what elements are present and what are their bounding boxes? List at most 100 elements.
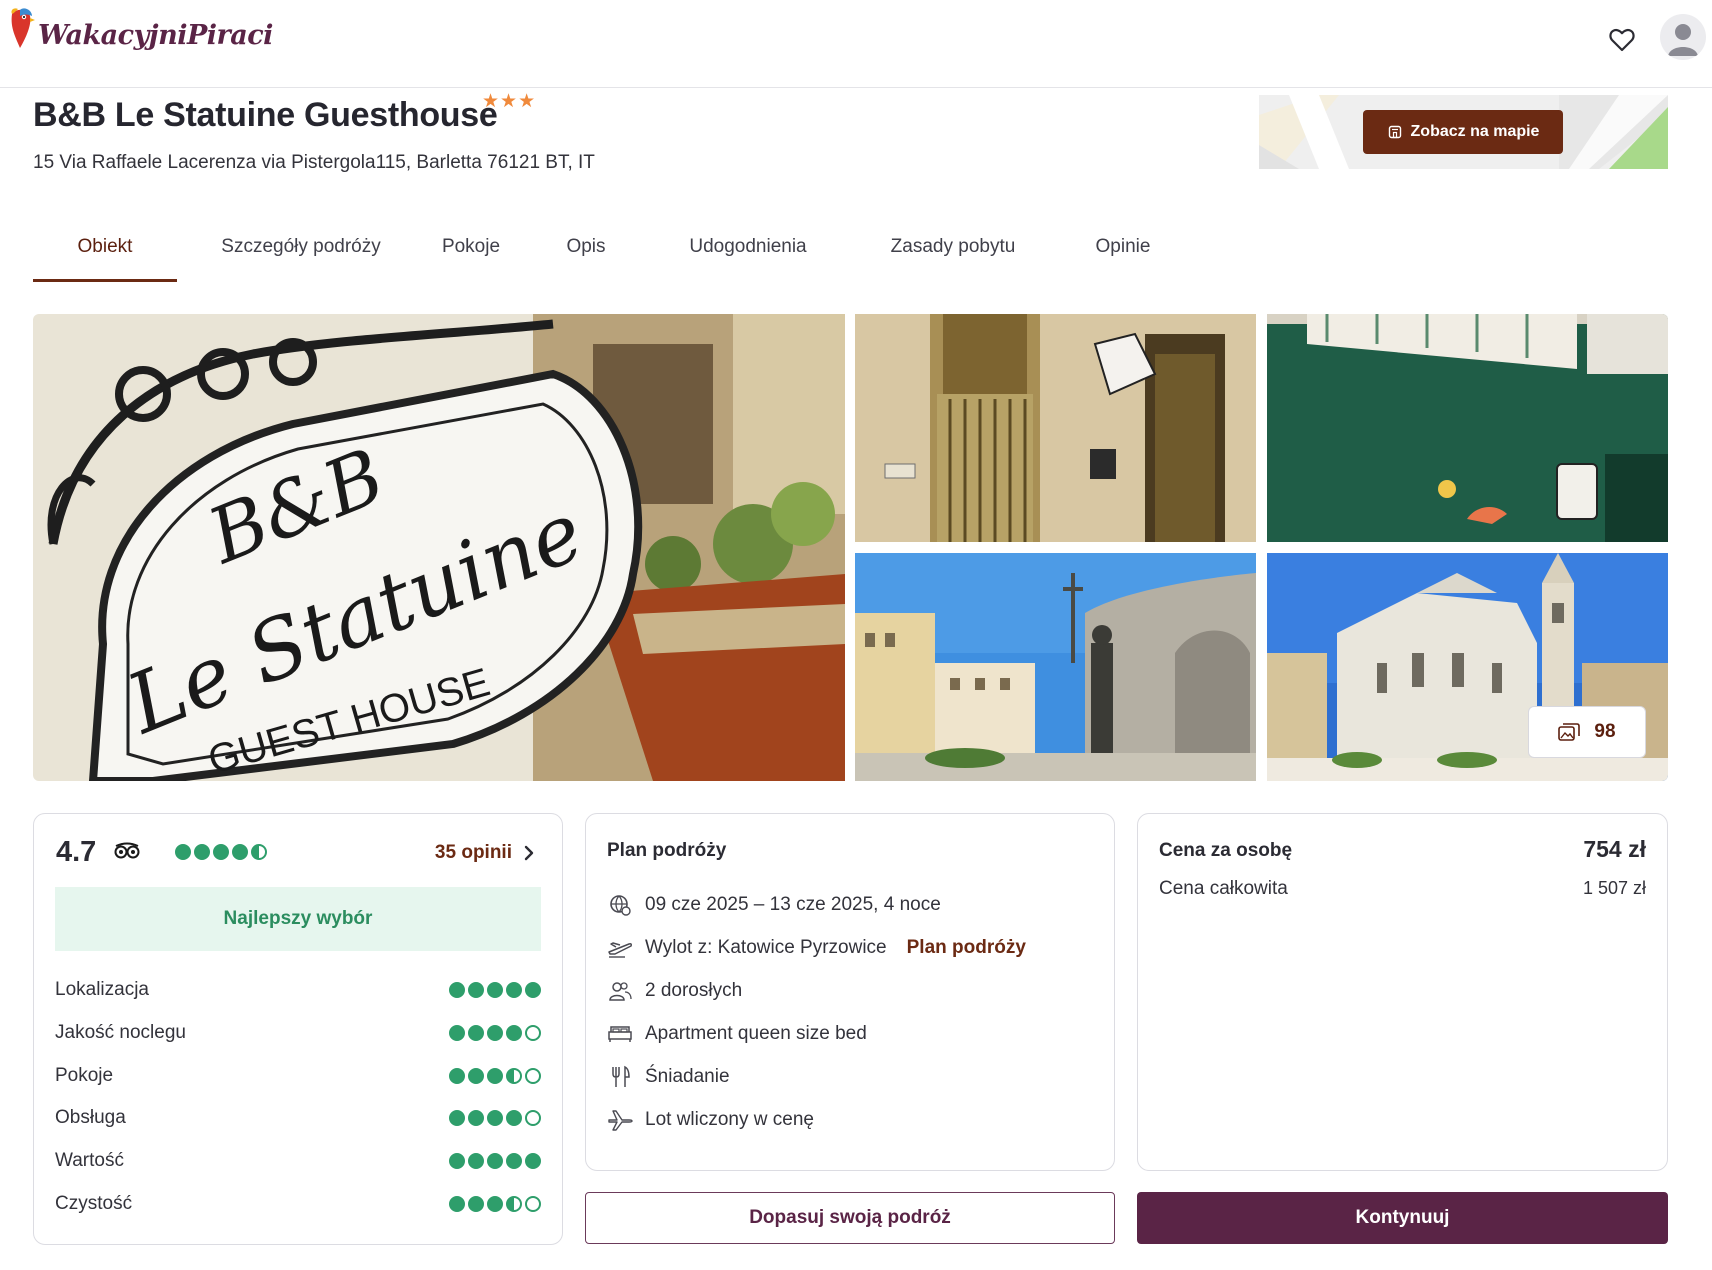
tab-szczegoly-podrozy[interactable]: Szczegóły podróży — [211, 226, 391, 282]
rating-dot — [487, 1025, 503, 1041]
criterion-label: Czystość — [55, 1193, 133, 1214]
criterion-row: Jakość noclegu — [55, 1018, 541, 1048]
guests-count: 2 dorosłych — [645, 980, 743, 1001]
rating-dot — [468, 1153, 484, 1169]
photo-count-value: 98 — [1594, 721, 1616, 742]
rating-dot — [449, 1196, 465, 1212]
price-per-person-value: 754 zł — [1583, 836, 1646, 862]
calendar-globe-icon — [607, 892, 633, 918]
rating-dot — [487, 1196, 503, 1212]
account-avatar-button[interactable] — [1660, 14, 1706, 60]
rating-card: 4.7 35 opinii Najlepszy wybór Lokalizacj… — [33, 813, 563, 1245]
rating-dot — [251, 844, 267, 860]
building-icon — [1388, 125, 1401, 139]
rating-dot — [468, 1068, 484, 1084]
board-row: Śniadanie — [607, 1062, 730, 1092]
rating-dot — [506, 1068, 522, 1084]
rating-dot — [449, 1068, 465, 1084]
best-choice-badge: Najlepszy wybór — [55, 887, 541, 951]
rating-dot — [468, 982, 484, 998]
rating-dot — [232, 844, 248, 860]
rating-dot — [175, 844, 191, 860]
parrot-logo-icon — [6, 8, 36, 52]
chevron-right-icon — [524, 845, 534, 861]
total-price-label: Cena całkowita — [1159, 878, 1288, 899]
criterion-label: Lokalizacja — [55, 979, 149, 1000]
departure-row: Wylot z: Katowice Pyrzowice Plan podróży — [607, 933, 1026, 963]
criterion-label: Pokoje — [55, 1065, 114, 1086]
opinions-link[interactable]: 35 opinii — [435, 842, 534, 864]
rating-dot — [449, 1153, 465, 1169]
departure-airport: Wylot z: Katowice Pyrzowice — [645, 937, 887, 958]
flight-included-row: Lot wliczony w cenę — [607, 1105, 814, 1135]
top-navigation-bar: WakacyjniPiraci — [0, 0, 1712, 88]
trip-plan-link[interactable]: Plan podróży — [907, 937, 1026, 959]
criterion-label: Wartość — [55, 1150, 124, 1171]
trip-plan-title: Plan podróży — [607, 840, 727, 861]
rating-dot — [506, 1110, 522, 1126]
criterion-row: Wartość — [55, 1146, 541, 1176]
photo-green-facade[interactable] — [1267, 314, 1668, 542]
tab-udogodnienia[interactable]: Udogodnienia — [681, 226, 815, 282]
hotel-address: 15 Via Raffaele Lacerenza via Pistergola… — [33, 152, 595, 173]
criterion-label: Obsługa — [55, 1107, 126, 1128]
rating-dot — [506, 982, 522, 998]
photo-colossus-statue[interactable] — [855, 553, 1256, 781]
criterion-dots — [449, 1068, 541, 1084]
rating-dot — [487, 1110, 503, 1126]
heart-icon — [1609, 28, 1635, 52]
tab-opis[interactable]: Opis — [561, 226, 611, 282]
section-tabs: Obiekt Szczegóły podróży Pokoje Opis Udo… — [33, 226, 1155, 282]
favorites-button[interactable] — [1600, 18, 1644, 62]
cutlery-icon — [607, 1064, 633, 1090]
bed-icon — [607, 1021, 633, 1047]
rating-dot — [449, 1025, 465, 1041]
rating-dot — [506, 1196, 522, 1212]
criterion-row: Obsługa — [55, 1103, 541, 1133]
images-icon — [1558, 723, 1581, 741]
trip-plan-card: Plan podróży 09 cze 2025 – 13 cze 2025, … — [585, 813, 1115, 1171]
trip-dates-row: 09 cze 2025 – 13 cze 2025, 4 noce — [607, 890, 941, 920]
price-per-person-label: Cena za osobę — [1159, 840, 1293, 861]
criterion-row: Pokoje — [55, 1061, 541, 1091]
rating-dot — [468, 1110, 484, 1126]
plane-departure-icon — [607, 935, 633, 961]
rating-dot — [449, 1110, 465, 1126]
room-row: Apartment queen size bed — [607, 1019, 867, 1049]
brand-logo[interactable]: WakacyjniPiraci — [6, 8, 273, 52]
user-icon — [1668, 24, 1698, 56]
show-on-map-button[interactable]: Zobacz na mapie — [1363, 110, 1563, 154]
hotel-name: B&B Le Statuine Guesthouse — [33, 96, 498, 134]
rating-dot — [487, 1153, 503, 1169]
tab-pokoje[interactable]: Pokoje — [433, 226, 509, 282]
guests-row: 2 dorosłych — [607, 976, 742, 1006]
overall-rating-dots — [175, 844, 267, 860]
rating-dot — [506, 1153, 522, 1169]
rating-dot — [468, 1025, 484, 1041]
tab-zasady-pobytu[interactable]: Zasady pobytu — [885, 226, 1021, 282]
rating-dot — [525, 1110, 541, 1126]
price-card: Cena za osobę 754 zł Cena całkowita 1 50… — [1137, 813, 1668, 1171]
criterion-dots — [449, 1196, 541, 1212]
trip-dates: 09 cze 2025 – 13 cze 2025, 4 noce — [645, 894, 941, 915]
all-photos-button[interactable]: 98 — [1528, 706, 1646, 758]
customize-trip-button[interactable]: Dopasuj swoją podróż — [585, 1192, 1115, 1244]
tab-opinie[interactable]: Opinie — [1091, 226, 1155, 282]
users-icon — [607, 978, 633, 1004]
rating-dot — [449, 982, 465, 998]
hotel-star-rating: ★★★ — [482, 91, 537, 112]
flight-included: Lot wliczony w cenę — [645, 1109, 814, 1130]
criterion-dots — [449, 1025, 541, 1041]
rating-dot — [525, 1153, 541, 1169]
photo-entrance-door[interactable] — [855, 314, 1256, 542]
brand-name: WakacyjniPiraci — [38, 19, 273, 51]
room-type: Apartment queen size bed — [645, 1023, 867, 1044]
rating-dot — [525, 1025, 541, 1041]
criterion-dots — [449, 1110, 541, 1126]
continue-button[interactable]: Kontynuuj — [1137, 1192, 1668, 1244]
show-on-map-label: Zobacz na mapie — [1410, 123, 1540, 140]
rating-dot — [487, 982, 503, 998]
main-photo-sign[interactable]: B&B Le Statuine GUEST HOUSE — [33, 314, 845, 781]
tab-obiekt[interactable]: Obiekt — [33, 226, 177, 282]
criterion-dots — [449, 982, 541, 998]
